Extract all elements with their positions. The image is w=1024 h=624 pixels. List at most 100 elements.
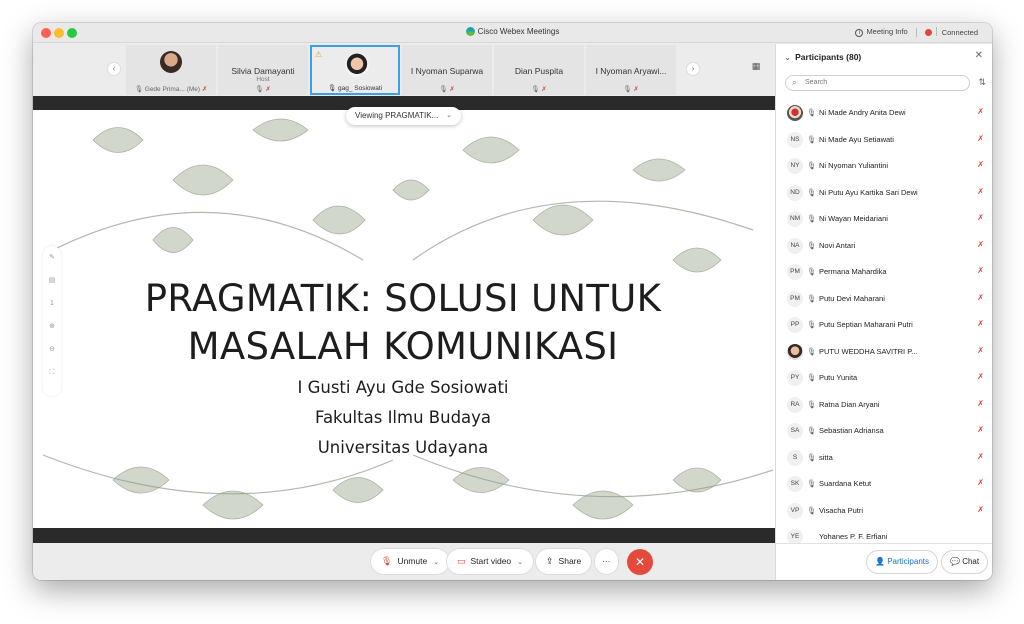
participants-panel: ⌄ Participants (80) ✕ ⌕ Search ⇅ 🎙 Ni Mad… bbox=[775, 44, 992, 545]
person-icon: 👤 bbox=[875, 557, 885, 566]
strip-next-button[interactable]: › bbox=[686, 62, 700, 76]
muted-mic-icon[interactable]: ✗ bbox=[977, 240, 984, 249]
annotate-icon[interactable]: ✎ bbox=[43, 246, 61, 269]
viewing-dropdown[interactable]: Viewing PRAGMATIK... ⌄ bbox=[346, 107, 461, 125]
microphone-icon: 🎙 bbox=[807, 108, 817, 117]
participant-row[interactable]: RA 🎙 Ratna Dian Aryani ✗ bbox=[776, 393, 992, 420]
meeting-info-button[interactable]: i Meeting Info bbox=[855, 27, 908, 37]
avatar: NS bbox=[787, 131, 803, 148]
participant-row[interactable]: NM 🎙 Ni Wayan Meidariani ✗ bbox=[776, 207, 992, 234]
info-icon: i bbox=[855, 29, 864, 37]
microphone-icon: 🎙 bbox=[807, 346, 817, 356]
microphone-icon: 🎙 bbox=[807, 187, 817, 197]
muted-mic-icon[interactable]: ✗ bbox=[977, 319, 984, 328]
participant-row[interactable]: SA 🎙 Sebastian Adriansa ✗ bbox=[776, 419, 992, 446]
sort-icon[interactable]: ⇅ bbox=[978, 77, 986, 88]
video-tile[interactable]: 🎙 Gede Prima... (Me) ✗ bbox=[126, 45, 216, 95]
video-tile[interactable]: Dian Puspita 🎙 ✗ bbox=[494, 45, 584, 95]
participant-row[interactable]: NS 🎙 Ni Made Ayu Setiawati ✗ bbox=[776, 128, 992, 155]
avatar: SA bbox=[787, 423, 803, 439]
zoom-out-icon[interactable]: ⊖ bbox=[43, 338, 61, 361]
video-off-icon: ▭ bbox=[457, 556, 466, 566]
microphone-icon: 🎙 bbox=[327, 85, 337, 92]
zoom-in-icon[interactable]: ⊕ bbox=[43, 315, 61, 338]
tile-label: 🎙 Gede Prima... (Me) ✗ bbox=[134, 86, 208, 93]
muted-mic-icon[interactable]: ✗ bbox=[977, 293, 984, 302]
muted-mic-icon[interactable]: ✗ bbox=[977, 134, 984, 143]
title-bar-status: i Meeting Info Connected bbox=[855, 27, 978, 37]
microphone-icon: 🎙 bbox=[134, 86, 143, 93]
tile-icons: 🎙 ✗ bbox=[494, 85, 584, 93]
fit-screen-icon[interactable]: ⛶ bbox=[43, 361, 61, 384]
layout-icon[interactable]: ▦ bbox=[749, 61, 763, 75]
close-panel-button[interactable]: ✕ bbox=[975, 50, 983, 61]
participant-row[interactable]: ND 🎙 Ni Putu Ayu Kartika Sari Dewi ✗ bbox=[776, 181, 992, 208]
share-button[interactable]: ⇪ Share bbox=[536, 549, 592, 574]
avatar: ND bbox=[787, 184, 803, 201]
page-number: 1 bbox=[50, 300, 54, 307]
slide-university: Universitas Udayana bbox=[317, 438, 489, 457]
muted-mic-icon[interactable]: ✗ bbox=[977, 399, 984, 408]
end-call-button[interactable]: ✕ bbox=[627, 549, 653, 575]
muted-mic-icon[interactable]: ✗ bbox=[977, 452, 984, 461]
muted-mic-icon: ✗ bbox=[449, 86, 455, 93]
participant-row[interactable]: NY 🎙 Ni Nyoman Yuliantini ✗ bbox=[776, 154, 992, 181]
unmute-button[interactable]: 🎙 Unmute ⌄ bbox=[371, 549, 450, 574]
video-tile[interactable]: I Nyoman Suparwa 🎙 ✗ bbox=[402, 45, 492, 95]
participant-row[interactable]: NA 🎙 Novi Antari ✗ bbox=[776, 234, 992, 261]
participant-row[interactable]: 🎙 Ni Made Andry Anita Dewi ✗ bbox=[776, 101, 992, 128]
annotation-toolbar: ✎ ▤ 1 ⊕ ⊖ ⛶ bbox=[43, 246, 61, 396]
slide-title: PRAGMATIK: SOLUSI UNTUK MASALAH KOMUNIKA… bbox=[144, 277, 662, 368]
muted-mic-icon[interactable]: ✗ bbox=[977, 213, 984, 222]
participant-row[interactable]: SK 🎙 Suardana Ketut ✗ bbox=[776, 472, 992, 499]
microphone-icon: 🎙 bbox=[807, 426, 817, 435]
muted-mic-icon[interactable]: ✗ bbox=[977, 505, 984, 514]
start-video-button[interactable]: ▭ Start video ⌄ bbox=[447, 549, 534, 574]
muted-mic-icon[interactable]: ✗ bbox=[977, 346, 984, 355]
muted-mic-icon[interactable]: ✗ bbox=[977, 266, 984, 275]
avatar: S bbox=[787, 449, 803, 466]
strip-prev-button[interactable]: ‹ bbox=[107, 62, 121, 76]
participant-row[interactable]: VP 🎙 Visacha Putri ✗ bbox=[776, 499, 992, 526]
participant-row[interactable]: PY 🎙 Putu Yunita ✗ bbox=[776, 366, 992, 393]
muted-mic-icon[interactable]: ✗ bbox=[977, 107, 984, 116]
muted-mic-icon[interactable]: ✗ bbox=[977, 478, 984, 487]
chevron-down-icon[interactable]: ⌄ bbox=[433, 559, 439, 566]
participant-list: 🎙 Ni Made Andry Anita Dewi ✗ NS 🎙 Ni Mad… bbox=[776, 101, 992, 552]
muted-mic-icon[interactable]: ✗ bbox=[977, 425, 984, 434]
share-icon: ⇪ bbox=[546, 556, 554, 566]
participant-row[interactable]: PP 🎙 Putu Septian Maharani Putri ✗ bbox=[776, 313, 992, 340]
avatar: PP bbox=[787, 317, 803, 333]
microphone-icon: 🎙 bbox=[807, 267, 817, 276]
chevron-down-icon[interactable]: ⌄ bbox=[517, 559, 523, 566]
chat-tab-button[interactable]: 💬 Chat bbox=[942, 551, 987, 573]
muted-mic-icon[interactable]: ✗ bbox=[977, 187, 984, 196]
microphone-icon: 🎙 bbox=[807, 293, 817, 303]
more-options-button[interactable]: ··· bbox=[595, 549, 618, 574]
participant-row[interactable]: PM 🎙 Putu Devi Maharani ✗ bbox=[776, 287, 992, 314]
search-icon: ⌕ bbox=[792, 78, 797, 87]
muted-mic-icon: ✗ bbox=[541, 86, 547, 93]
tile-icons: 🎙 ✗ bbox=[586, 85, 676, 93]
participant-row[interactable]: S 🎙 sitta ✗ bbox=[776, 446, 992, 473]
muted-mic-icon: 🎙 bbox=[381, 556, 393, 566]
warning-icon: ⚠ bbox=[315, 50, 323, 59]
panel-header[interactable]: ⌄ Participants (80) bbox=[784, 52, 861, 63]
muted-mic-icon: ✗ bbox=[201, 86, 208, 93]
participant-row[interactable]: 🎙 PUTU WEDDHA SAVITRI P... ✗ bbox=[776, 340, 992, 367]
microphone-icon: 🎙 bbox=[807, 373, 817, 382]
video-tile[interactable]: Silvia Damayanti Host 🎙 ✗ bbox=[218, 45, 308, 95]
muted-mic-icon[interactable]: ✗ bbox=[977, 160, 984, 169]
avatar bbox=[160, 51, 182, 73]
thumbnails-icon[interactable]: ▤ bbox=[43, 269, 61, 292]
participants-tab-button[interactable]: 👤 Participants bbox=[867, 551, 937, 573]
participant-row[interactable]: PM 🎙 Permana Mahardika ✗ bbox=[776, 260, 992, 287]
video-tile-active[interactable]: ⚠ 🎙 gag_ Sosiowati bbox=[310, 45, 400, 95]
microphone-icon: 🎙 bbox=[807, 479, 817, 488]
video-tile[interactable]: I Nyoman Aryawi... 🎙 ✗ bbox=[586, 45, 676, 95]
avatar bbox=[787, 343, 803, 360]
title-bar: Cisco Webex Meetings i Meeting Info Conne… bbox=[33, 23, 992, 43]
avatar: NM bbox=[787, 211, 803, 227]
search-input[interactable]: ⌕ Search bbox=[785, 75, 970, 91]
muted-mic-icon[interactable]: ✗ bbox=[977, 372, 984, 381]
